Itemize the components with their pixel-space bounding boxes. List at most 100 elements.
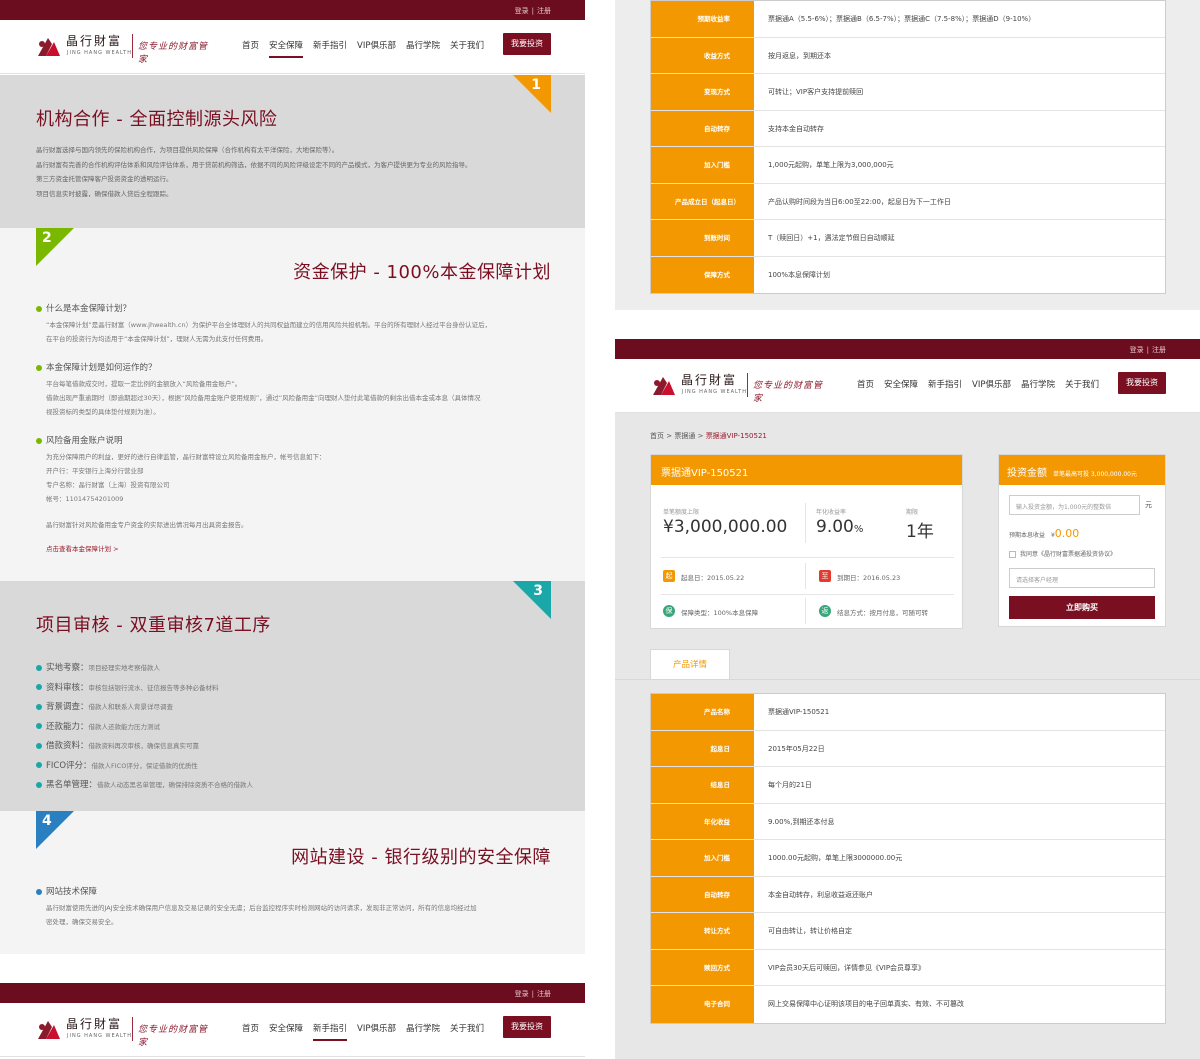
invest-button[interactable]: 我要投资 (503, 33, 551, 55)
login-link[interactable]: 登录 (515, 990, 529, 998)
nav-menu: 首页 安全保障 新手指引 VIP俱乐部 晶行学院 关于我们 (857, 378, 1109, 395)
nav-item-home[interactable]: 首页 (242, 39, 259, 56)
text-line: 专户名称：晶行财富（上海）投资有限公司 (46, 481, 170, 489)
buy-button[interactable]: 立即购买 (1009, 596, 1155, 619)
divider (805, 503, 806, 543)
invest-title: 投资金额 (1007, 468, 1047, 479)
plan-link[interactable]: 点击查看本金保障计划 > (46, 542, 551, 556)
row-value: 100%本息保障计划 (768, 270, 831, 279)
nav-item-vip[interactable]: VIP俱乐部 (357, 1022, 396, 1039)
logo[interactable]: 晶行財富 JING HANG WEALTH 您专业的财富管家 (34, 32, 214, 65)
nav-item-academy[interactable]: 晶行学院 (406, 39, 440, 56)
breadcrumb-category[interactable]: 票据通 (674, 432, 695, 440)
register-link[interactable]: 注册 (537, 7, 551, 15)
report-text: 晶行财富针对风险备用金专户资金的实际进出情况每月出具资金报告。 (46, 521, 248, 529)
unit-label: 元 (1145, 501, 1152, 509)
table-row: 加入门槛 1000.00元起购，单笔上限3000000.00元 (651, 840, 1165, 877)
row-label: 起息日 (651, 730, 754, 766)
agree-checkbox[interactable] (1009, 551, 1016, 558)
bullet-icon (36, 742, 42, 749)
section-number: 3 (533, 583, 543, 599)
row-label: 变现方式 (651, 74, 754, 110)
nav-item-about[interactable]: 关于我们 (450, 1022, 484, 1039)
rate-value: 9.00% (816, 517, 864, 537)
text-line: 项目信息实时披露，确保借款人贷后全程跟踪。 (36, 189, 173, 198)
table-row: 起息日 2015年05月22日 (651, 730, 1165, 767)
row-value: 每个月的21日 (768, 781, 812, 789)
question-heading: 网站技术保障 (36, 885, 97, 897)
text-line: 平台每笔借款成交时，提取一定比例的金额放入“风险备用金账户”。 (46, 380, 242, 388)
row-value: 支持本金自动转存 (768, 124, 824, 133)
section-number: 4 (42, 813, 52, 829)
row-value: 票据通VIP-150521 (768, 708, 830, 716)
nav-item-vip[interactable]: VIP俱乐部 (357, 39, 396, 56)
calendar-icon: 起 (663, 570, 675, 582)
nav-item-about[interactable]: 关于我们 (450, 39, 484, 56)
row-value: 票据通A（5.5-6%）；票据通B（6.5-7%）；票据通C（7.5-8%）；票… (768, 15, 1036, 23)
logo-divider (747, 373, 748, 397)
nav-menu: 首页 安全保障 新手指引 VIP俱乐部 晶行学院 关于我们 (242, 1022, 494, 1041)
nav-item-guide[interactable]: 新手指引 (313, 39, 347, 56)
nav-item-security[interactable]: 安全保障 (269, 1022, 303, 1039)
limit-label: 单笔额度上限 (663, 509, 700, 516)
invest-button[interactable]: 我要投资 (1118, 372, 1166, 394)
nav-menu: 首页 安全保障 新手指引 VIP俱乐部 晶行学院 关于我们 (242, 39, 494, 58)
row-value: 2015年05月22日 (768, 744, 825, 753)
breadcrumb-home[interactable]: 首页 (650, 432, 664, 440)
nav-item-academy[interactable]: 晶行学院 (406, 1022, 440, 1039)
divider (805, 598, 806, 624)
amount-input[interactable]: 输入投资金额，为1,000元的整数倍 (1009, 495, 1140, 515)
tab-underline (615, 679, 1200, 680)
nav-item-guide[interactable]: 新手指引 (313, 1022, 348, 1041)
list-item: FICO评分：借款人FICO评分，保证借款的优质性 (36, 759, 253, 779)
start-date: 起息日：2015.05.22 (681, 574, 745, 582)
text-line: 第三方资金托管保障客户投资资金的透明运行。 (36, 175, 173, 183)
product-detail-table: 产品名称 票据通VIP-150521 起息日 2015年05月22日 结息日 每个月的… (650, 693, 1166, 1024)
text-line: 密处理，确保交易安全。 (46, 918, 118, 926)
logo-divider (132, 1017, 133, 1041)
row-value: 可转让；VIP客户支持提前赎回 (768, 88, 864, 96)
main-nav: 晶行財富 JING HANG WEALTH 您专业的财富管家 首页 安全保障 新手指… (615, 359, 1200, 413)
register-link[interactable]: 注册 (1152, 346, 1166, 354)
tab-product-details[interactable]: 产品详情 (650, 649, 730, 679)
redeem-method: 结息方式：按月付息，可随可转 (837, 609, 928, 617)
bullet-icon (36, 762, 42, 768)
end-date: 到期日：2016.05.23 (837, 574, 901, 582)
product-title: 票据通VIP-150521 (651, 455, 962, 485)
row-value: 可自由转让，转让价格自定 (768, 927, 852, 935)
nav-item-home[interactable]: 首页 (857, 378, 874, 395)
login-link[interactable]: 登录 (1130, 346, 1144, 354)
section-website: 4 网站建设 - 银行级别的安全保障 网站技术保障 晶行财富使用先进的JAJ安全… (0, 811, 585, 954)
logo[interactable]: 晶行財富 JING HANG WEALTH 您专业的财富管家 (649, 371, 829, 404)
bullet-icon (36, 364, 42, 371)
nav-item-about[interactable]: 关于我们 (1065, 378, 1099, 395)
section-title: 项目审核 - 双重审核7道工序 (36, 615, 271, 636)
logo-divider (132, 34, 133, 58)
table-row: 到账时间 T（赎回日）+1，遇法定节假日自动顺延 (651, 220, 1165, 257)
nav-item-security[interactable]: 安全保障 (884, 378, 918, 395)
register-link[interactable]: 注册 (537, 990, 551, 998)
login-link[interactable]: 登录 (515, 7, 529, 15)
manager-select[interactable]: 请选择客户经理 (1009, 568, 1155, 588)
answer-text: 平台每笔借款成交时，提取一定比例的金额放入“风险备用金账户”。 借款出现严重逾期… (46, 377, 551, 419)
section-fund-protection: 2 资金保护 - 100%本金保障计划 什么是本金保障计划？ “本金保障计划”是… (0, 228, 585, 581)
question-heading: 风险备用金账户说明 (36, 434, 123, 446)
invest-button[interactable]: 我要投资 (503, 1016, 551, 1038)
table-row: 产品名称 票据通VIP-150521 (651, 694, 1165, 731)
divider (661, 557, 954, 558)
table-row: 年化收益 9.00%,到期还本付息 (651, 803, 1165, 840)
nav-item-security[interactable]: 安全保障 (269, 39, 304, 58)
nav-item-guide[interactable]: 新手指引 (928, 378, 962, 395)
logo[interactable]: 晶行財富 JING HANG WEALTH 您专业的财富管家 (34, 1015, 214, 1048)
section-number: 2 (42, 230, 52, 246)
logo-subtext: JING HANG WEALTH (67, 50, 132, 56)
logo-mark-icon (653, 377, 675, 395)
nav-item-home[interactable]: 首页 (242, 1022, 259, 1039)
nav-item-vip[interactable]: VIP俱乐部 (972, 378, 1011, 395)
text-line: 帐号：11014754201009 (46, 495, 124, 503)
agree-text[interactable]: 我同意《晶行财富票据通投资协议》 (1020, 551, 1116, 558)
row-label: 产品成立日（起息日） (651, 183, 754, 219)
table-row: 加入门槛 1,000元起购，单笔上限为3,000,000元 (651, 147, 1165, 184)
section-title: 网站建设 - 银行级别的安全保障 (291, 847, 551, 868)
nav-item-academy[interactable]: 晶行学院 (1021, 378, 1055, 395)
